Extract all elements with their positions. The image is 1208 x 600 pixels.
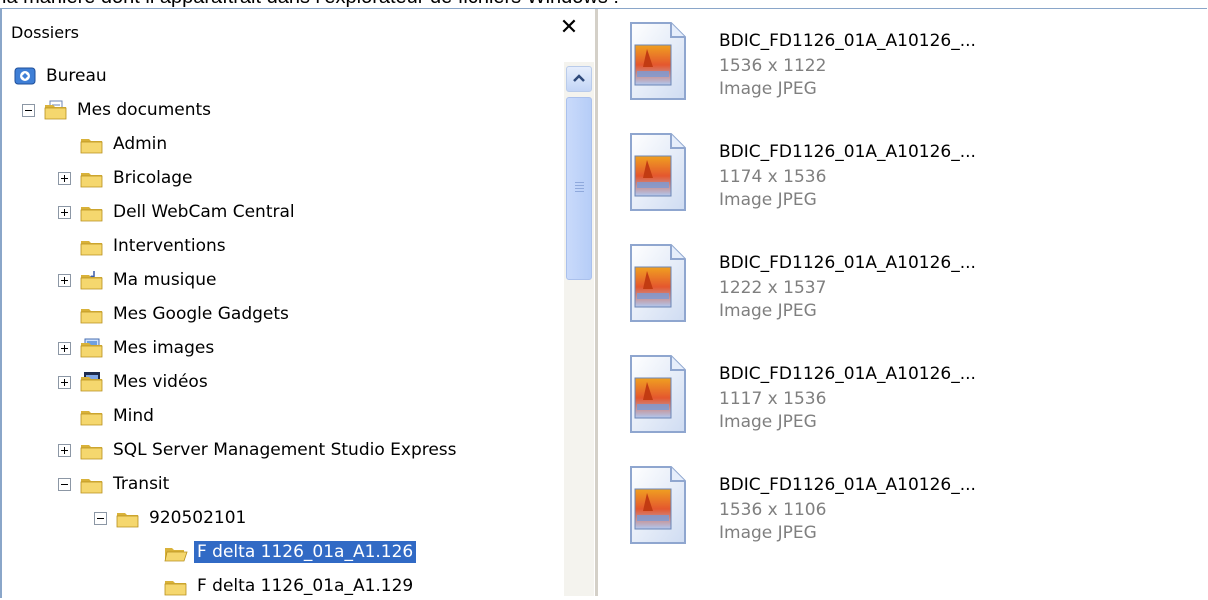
- folder-icon: [116, 513, 139, 528]
- file-dimensions: 1174 x 1536: [719, 167, 827, 187]
- tree-item-label: F delta 1126_01a_A1.126: [194, 541, 417, 563]
- tree-item-label: Admin: [113, 134, 168, 154]
- tree-item-label: Mes Google Gadgets: [113, 304, 289, 324]
- tree-item[interactable]: Mes images: [58, 334, 217, 362]
- tree-item[interactable]: Dell WebCam Central: [58, 198, 298, 226]
- file-name: BDIC_FD1126_01A_A10126_...: [719, 31, 976, 51]
- expand-icon[interactable]: [58, 443, 71, 457]
- tree-item[interactable]: Bureau: [13, 62, 110, 90]
- tree-item[interactable]: Transit: [58, 470, 172, 498]
- desktop-icon: [14, 67, 36, 85]
- file-name: BDIC_FD1126_01A_A10126_...: [719, 364, 976, 384]
- file-dimensions: 1536 x 1106: [719, 500, 827, 520]
- folders-pane-title: Dossiers: [11, 23, 79, 42]
- tree-item-label: Ma musique: [113, 270, 217, 290]
- file-dimensions: 1117 x 1536: [719, 389, 827, 409]
- tree-item-label: SQL Server Management Studio Express: [113, 440, 457, 460]
- grip-line: [575, 191, 584, 192]
- open-folder-icon: [164, 548, 188, 562]
- file-name: BDIC_FD1126_01A_A10126_...: [719, 475, 976, 495]
- scroll-up-button[interactable]: [566, 66, 592, 92]
- tree-item-label: Mes documents: [77, 100, 212, 120]
- tree-item-label: Mes images: [113, 338, 215, 358]
- vertical-scrollbar[interactable]: [564, 62, 594, 596]
- file-item[interactable]: BDIC_FD1126_01A_A10126_... 1117 x 1536 Ima…: [623, 352, 1043, 442]
- videos-folder-icon: [80, 372, 103, 392]
- folder-icon: [164, 581, 187, 596]
- tree-item[interactable]: Bricolage: [58, 164, 196, 192]
- files-pane: BDIC_FD1126_01A_A10126_... 1536 x 1122 Ima…: [598, 9, 1208, 596]
- collapse-icon[interactable]: [22, 103, 35, 117]
- file-dimensions: 1536 x 1122: [719, 56, 827, 76]
- expand-icon[interactable]: [58, 205, 71, 219]
- tree-item[interactable]: SQL Server Management Studio Express: [58, 436, 460, 464]
- tree-item[interactable]: Ma musique: [58, 266, 219, 294]
- expand-icon[interactable]: [58, 273, 71, 287]
- file-type: Image JPEG: [719, 190, 817, 210]
- tree-item-label: Dell WebCam Central: [113, 202, 295, 222]
- file-name: BDIC_FD1126_01A_A10126_...: [719, 142, 976, 162]
- folder-icon: [80, 207, 103, 222]
- file-dimensions: 1222 x 1537: [719, 278, 827, 298]
- folder-icon: [80, 139, 103, 154]
- tree-item-label: 920502101: [149, 508, 247, 528]
- file-type: Image JPEG: [719, 412, 817, 432]
- folder-icon: [80, 309, 103, 324]
- jpeg-image-icon: [630, 355, 686, 433]
- tree-item[interactable]: 920502101: [94, 504, 249, 532]
- tree-item-label: Mind: [113, 406, 154, 426]
- jpeg-image-icon: [630, 466, 686, 544]
- pictures-folder-icon: [80, 338, 103, 358]
- grip-line: [575, 188, 584, 189]
- tree-item-label: F delta 1126_01a_A1.129: [197, 576, 414, 596]
- tree-item-label: Bricolage: [113, 168, 193, 188]
- grip-line: [575, 182, 584, 183]
- folders-pane: Dossiers ✕ Bureau Mes documents Admin Brico…: [2, 9, 594, 596]
- documents-folder-icon: [44, 100, 67, 120]
- folder-icon: [80, 173, 103, 188]
- file-item[interactable]: BDIC_FD1126_01A_A10126_... 1536 x 1122 Ima…: [623, 19, 1043, 109]
- tree-item[interactable]: Admin: [80, 130, 170, 158]
- folders-pane-header: Dossiers ✕: [2, 9, 594, 54]
- collapse-icon[interactable]: [94, 511, 107, 525]
- tree-item[interactable]: Mes Google Gadgets: [80, 300, 292, 328]
- tree-item-label: Bureau: [46, 66, 107, 86]
- file-item[interactable]: BDIC_FD1126_01A_A10126_... 1174 x 1536 Ima…: [623, 130, 1043, 220]
- expand-icon[interactable]: [58, 375, 71, 389]
- folder-icon: [80, 411, 103, 426]
- jpeg-image-icon: [630, 244, 686, 322]
- file-name: BDIC_FD1126_01A_A10126_...: [719, 253, 976, 273]
- tree-item-label: Transit: [113, 474, 170, 494]
- tree-item[interactable]: Interventions: [80, 232, 229, 260]
- tree-item[interactable]: Mes documents: [22, 96, 214, 124]
- chevron-up-icon: [573, 74, 585, 82]
- file-type: Image JPEG: [719, 79, 817, 99]
- file-type: Image JPEG: [719, 301, 817, 321]
- music-folder-icon: [80, 271, 103, 290]
- close-icon: ✕: [559, 15, 579, 40]
- file-item[interactable]: BDIC_FD1126_01A_A10126_... 1222 x 1537 Ima…: [623, 241, 1043, 331]
- file-type: Image JPEG: [719, 523, 817, 543]
- jpeg-image-icon: [630, 133, 686, 211]
- expand-icon[interactable]: [58, 341, 71, 355]
- tree-item[interactable]: Mes vidéos: [58, 368, 211, 396]
- close-pane-button[interactable]: ✕: [556, 15, 582, 41]
- expand-icon[interactable]: [58, 171, 71, 185]
- tree-item[interactable]: Mind: [80, 402, 157, 430]
- tree-item-label: Interventions: [113, 236, 226, 256]
- jpeg-image-icon: [630, 22, 686, 100]
- scroll-thumb[interactable]: [566, 97, 592, 280]
- grip-line: [575, 185, 584, 186]
- tree-item[interactable]: F delta 1126_01a_A1.126: [164, 538, 417, 566]
- collapse-icon[interactable]: [58, 477, 71, 491]
- folder-icon: [80, 241, 103, 256]
- folder-icon: [80, 479, 103, 494]
- file-item[interactable]: BDIC_FD1126_01A_A10126_... 1536 x 1106 Ima…: [623, 463, 1043, 553]
- folder-tree: Bureau Mes documents Admin Bricolage Dell We…: [2, 62, 562, 596]
- folder-icon: [80, 445, 103, 460]
- tree-item-label: Mes vidéos: [113, 372, 208, 392]
